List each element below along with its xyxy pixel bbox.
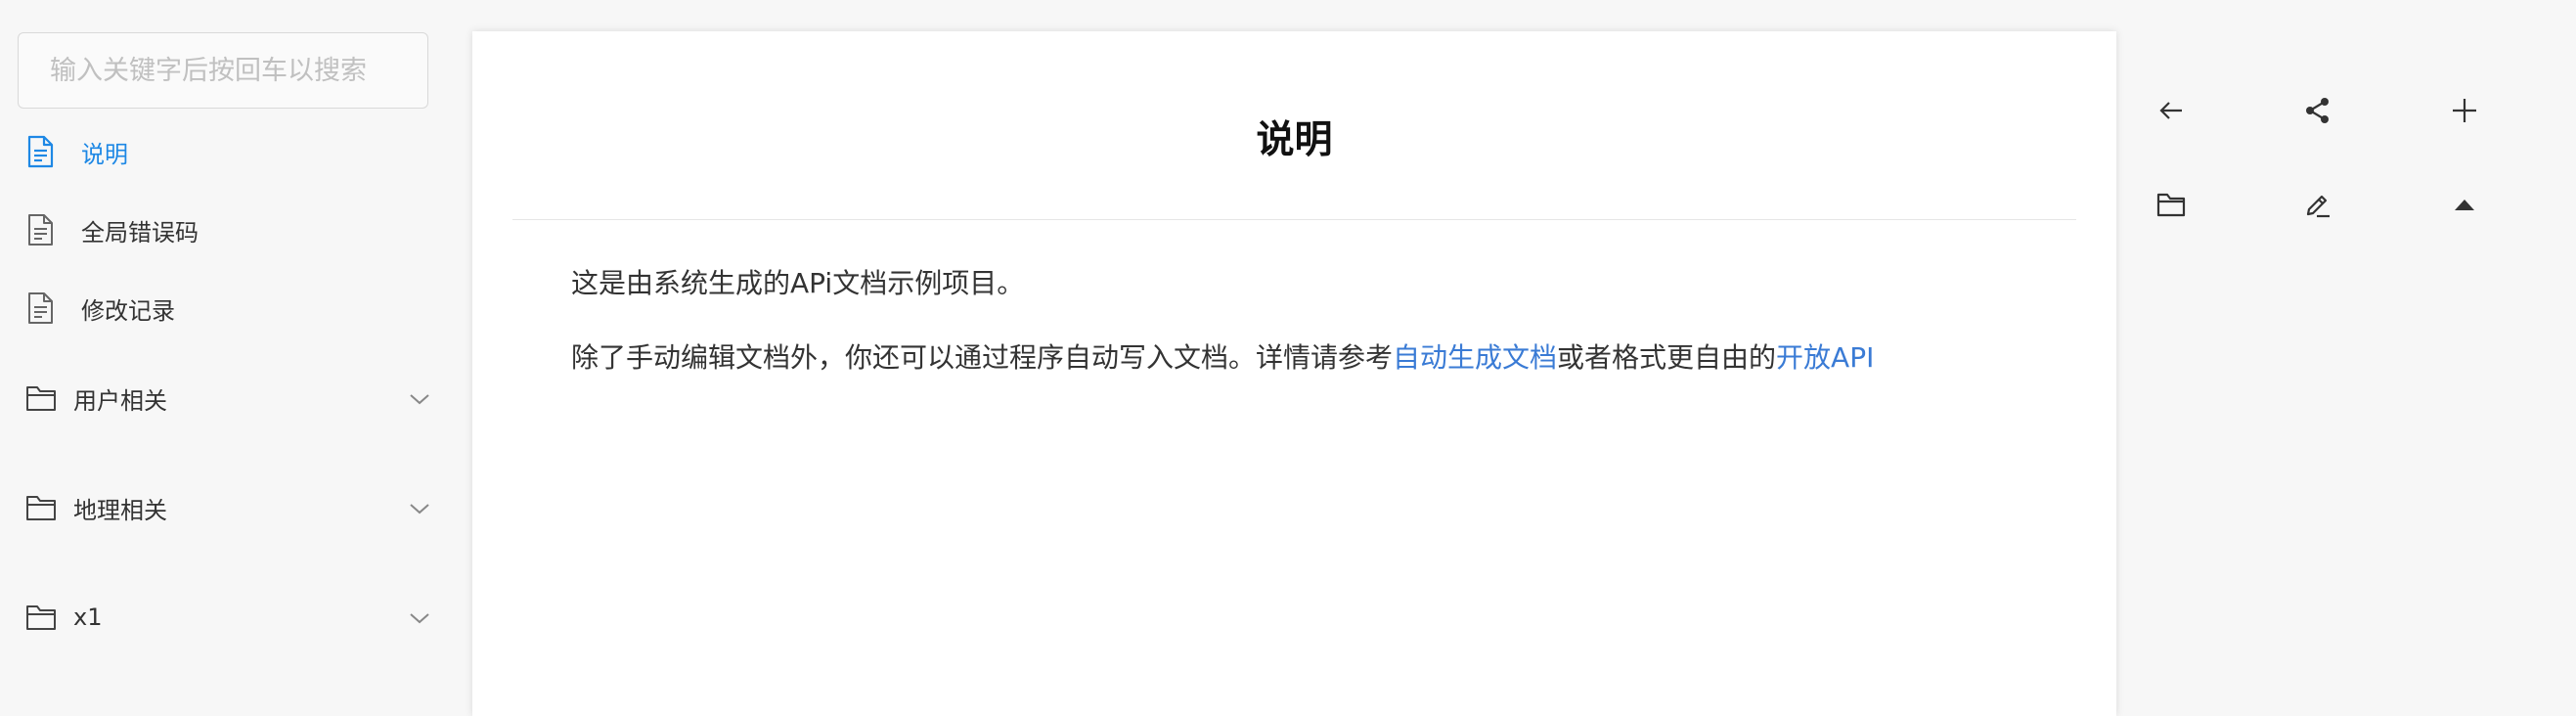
page-title: 说明 — [1256, 118, 1333, 162]
sidebar-folder-user[interactable]: 用户相关 — [25, 369, 430, 427]
edit-button[interactable] — [2288, 175, 2347, 234]
sidebar-item-changelog[interactable]: 修改记录 — [25, 279, 436, 337]
sidebar-folder-label: 用户相关 — [73, 386, 167, 415]
add-button[interactable] — [2435, 81, 2494, 140]
open-api-link[interactable]: 开放API — [1776, 341, 1874, 374]
folder-icon — [25, 604, 57, 631]
sidebar-folder-label: x1 — [73, 604, 103, 631]
sidebar-folder-label: 地理相关 — [73, 496, 167, 524]
sidebar-item-shuoming[interactable]: 说明 — [25, 122, 436, 181]
chevron-down-icon[interactable] — [409, 391, 430, 405]
document-panel: 说明 这是由系统生成的APi文档示例项目。 除了手动编辑文档外，你还可以通过程序… — [472, 31, 2116, 716]
doc-paragraph-2: 除了手动编辑文档外，你还可以通过程序自动写入文档。详情请参考自动生成文档或者格式… — [571, 338, 1874, 378]
sidebar-item-label: 全局错误码 — [81, 218, 199, 246]
plus-icon — [2451, 97, 2478, 124]
chevron-down-icon[interactable] — [409, 501, 430, 515]
back-arrow-icon — [2157, 97, 2185, 124]
folder-icon — [25, 384, 57, 412]
doc-paragraph-1: 这是由系统生成的APi文档示例项目。 — [571, 267, 1025, 299]
doc-text: 或者格式更自由的 — [1557, 341, 1777, 374]
document-icon — [25, 213, 55, 246]
scroll-top-button[interactable] — [2435, 175, 2494, 234]
caret-up-icon — [2453, 197, 2476, 212]
folder-icon — [25, 494, 57, 521]
doc-text: 除了手动编辑文档外，你还可以通过程序自动写入文档。详情请参考 — [571, 341, 1394, 374]
edit-icon — [2303, 190, 2332, 219]
document-icon — [25, 135, 55, 168]
title-divider — [512, 219, 2076, 220]
document-icon — [25, 291, 55, 325]
sidebar-item-label: 修改记录 — [81, 296, 175, 325]
sidebar-item-label: 说明 — [81, 140, 128, 168]
share-icon — [2303, 96, 2332, 125]
sidebar-item-error-codes[interactable]: 全局错误码 — [25, 201, 436, 259]
sidebar-folder-x1[interactable]: x1 — [25, 588, 430, 647]
sidebar: 说明 全局错误码 修改记录 — [0, 0, 448, 652]
sidebar-folder-geo[interactable]: 地理相关 — [25, 478, 430, 537]
auto-generate-docs-link[interactable]: 自动生成文档 — [1393, 341, 1557, 374]
search-input[interactable] — [18, 32, 428, 109]
share-button[interactable] — [2288, 81, 2347, 140]
folder-button[interactable] — [2142, 175, 2200, 234]
folder-icon — [2156, 191, 2186, 218]
chevron-down-icon[interactable] — [409, 610, 430, 624]
back-button[interactable] — [2142, 81, 2200, 140]
